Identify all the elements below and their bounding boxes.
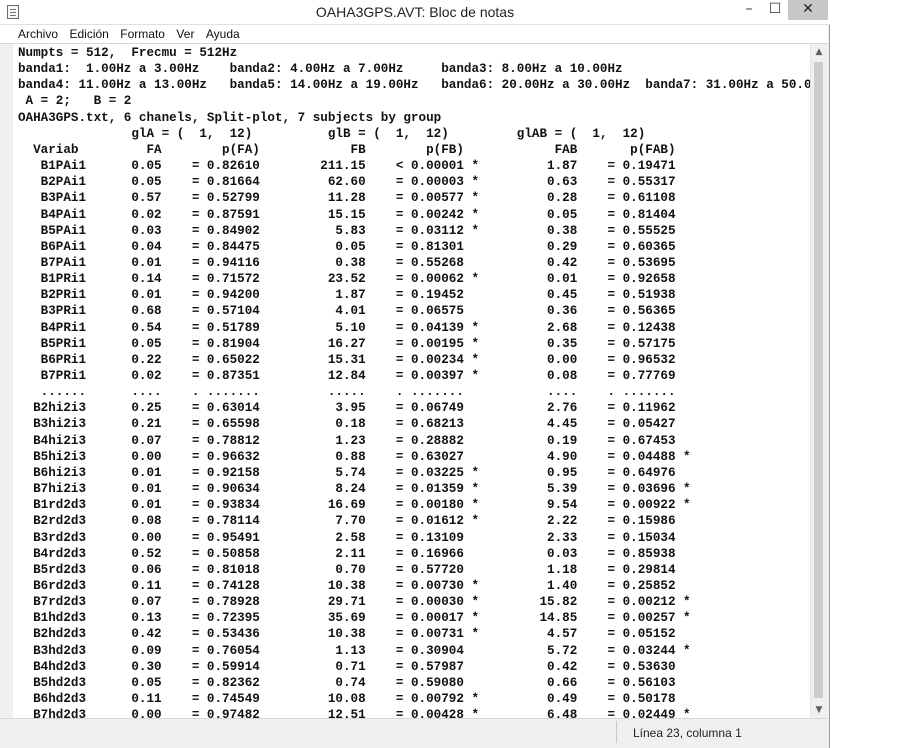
scroll-thumb[interactable] bbox=[814, 62, 823, 698]
text-line: banda4: 11.00Hz a 13.00Hz banda5: 14.00H… bbox=[18, 78, 810, 93]
window-title: OAHA3GPS.AVT: Bloc de notas bbox=[315, 4, 515, 20]
text-line: B5rd2d3 0.06 = 0.81018 0.70 = 0.57720 1.… bbox=[18, 562, 676, 577]
text-line: B6PAi1 0.04 = 0.84475 0.05 = 0.81301 0.2… bbox=[18, 239, 676, 254]
close-button[interactable]: ✕ bbox=[788, 0, 828, 20]
status-divider bbox=[616, 721, 617, 743]
text-line: B7rd2d3 0.07 = 0.78928 29.71 = 0.00030 *… bbox=[18, 595, 691, 610]
text-line: B4hd2d3 0.30 = 0.59914 0.71 = 0.57987 0.… bbox=[18, 659, 676, 674]
text-line: B7PRi1 0.02 = 0.87351 12.84 = 0.00397 * … bbox=[18, 369, 676, 383]
text-line: OAHA3GPS.txt, 6 chanels, Split-plot, 7 s… bbox=[18, 110, 442, 125]
text-line: Variab FA p(FA) FB p(FB) FAB p(FAB) bbox=[18, 142, 676, 157]
menu-ayuda[interactable]: Ayuda bbox=[206, 25, 240, 41]
maximize-button[interactable]: ☐ bbox=[762, 0, 788, 20]
text-editor-area[interactable]: Numpts = 512, Frecmu = 512Hz banda1: 1.00… bbox=[13, 44, 810, 718]
minimize-button[interactable]: – bbox=[736, 0, 762, 20]
text-line: B4rd2d3 0.52 = 0.50858 2.11 = 0.16966 0.… bbox=[18, 546, 676, 561]
text-line: B6hd2d3 0.11 = 0.74549 10.08 = 0.00792 *… bbox=[18, 692, 676, 706]
text-line: banda1: 1.00Hz a 3.00Hz banda2: 4.00Hz a… bbox=[18, 62, 623, 77]
menu-edicion[interactable]: Edición bbox=[69, 25, 108, 41]
menu-ver[interactable]: Ver bbox=[176, 25, 194, 41]
text-line: B3hi2i3 0.21 = 0.65598 0.18 = 0.68213 4.… bbox=[18, 417, 676, 432]
text-line: Numpts = 512, Frecmu = 512Hz bbox=[18, 46, 238, 60]
text-line: B7hd2d3 0.00 = 0.97482 12.51 = 0.00428 *… bbox=[18, 708, 691, 718]
text-line: B7PAi1 0.01 = 0.94116 0.38 = 0.55268 0.4… bbox=[18, 255, 676, 270]
text-line: B6hi2i3 0.01 = 0.92158 5.74 = 0.03225 * … bbox=[18, 465, 676, 480]
text-line: B5hi2i3 0.00 = 0.96632 0.88 = 0.63027 4.… bbox=[18, 449, 691, 464]
menu-formato[interactable]: Formato bbox=[120, 25, 165, 41]
text-line: B1PAi1 0.05 = 0.82610 211.15 < 0.00001 *… bbox=[18, 159, 676, 174]
text-line: B3hd2d3 0.09 = 0.76054 1.13 = 0.30904 5.… bbox=[18, 643, 691, 658]
menu-archivo[interactable]: Archivo bbox=[18, 25, 58, 41]
text-line: A = 2; B = 2 bbox=[18, 94, 132, 109]
text-line: B1rd2d3 0.01 = 0.93834 16.69 = 0.00180 *… bbox=[18, 498, 691, 513]
menu-bar: Archivo Edición Formato Ver Ayuda bbox=[0, 25, 828, 44]
text-line: B2rd2d3 0.08 = 0.78114 7.70 = 0.01612 * … bbox=[18, 514, 676, 529]
text-line: B6PRi1 0.22 = 0.65022 15.31 = 0.00234 * … bbox=[18, 352, 676, 367]
text-line: B2PAi1 0.05 = 0.81664 62.60 = 0.00003 * … bbox=[18, 175, 676, 190]
text-line: B2PRi1 0.01 = 0.94200 1.87 = 0.19452 0.4… bbox=[18, 288, 676, 303]
vertical-scrollbar[interactable]: ▲ ▼ bbox=[810, 44, 827, 718]
notepad-window: OAHA3GPS.AVT: Bloc de notas – ☐ ✕ Archiv… bbox=[0, 0, 830, 748]
text-line: B4hi2i3 0.07 = 0.78812 1.23 = 0.28882 0.… bbox=[18, 433, 676, 448]
text-line: glA = ( 1, 12) glB = ( 1, 12) glAB = ( 1… bbox=[18, 126, 646, 141]
title-bar[interactable]: OAHA3GPS.AVT: Bloc de notas – ☐ ✕ bbox=[0, 0, 830, 25]
text-line: B6rd2d3 0.11 = 0.74128 10.38 = 0.00730 *… bbox=[18, 578, 676, 593]
status-bar: Línea 23, columna 1 bbox=[0, 718, 828, 748]
scroll-up-arrow-icon[interactable]: ▲ bbox=[811, 44, 827, 60]
text-line: B1hd2d3 0.13 = 0.72395 35.69 = 0.00017 *… bbox=[18, 611, 691, 626]
text-line: B2hd2d3 0.42 = 0.53436 10.38 = 0.00731 *… bbox=[18, 627, 676, 642]
text-line: ...... .... . ....... ..... . ....... ..… bbox=[18, 385, 676, 400]
text-line: B5hd2d3 0.05 = 0.82362 0.74 = 0.59080 0.… bbox=[18, 675, 676, 690]
text-line: B3PAi1 0.57 = 0.52799 11.28 = 0.00577 * … bbox=[18, 191, 676, 206]
text-line: B3rd2d3 0.00 = 0.95491 2.58 = 0.13109 2.… bbox=[18, 530, 676, 545]
text-line: B1PRi1 0.14 = 0.71572 23.52 = 0.00062 * … bbox=[18, 272, 676, 287]
text-line: B5PRi1 0.05 = 0.81904 16.27 = 0.00195 * … bbox=[18, 336, 676, 351]
scroll-down-arrow-icon[interactable]: ▼ bbox=[811, 702, 827, 718]
text-line: B5PAi1 0.03 = 0.84902 5.83 = 0.03112 * 0… bbox=[18, 223, 676, 238]
text-line: B7hi2i3 0.01 = 0.90634 8.24 = 0.01359 * … bbox=[18, 482, 691, 497]
text-line: B4PRi1 0.54 = 0.51789 5.10 = 0.04139 * 2… bbox=[18, 320, 676, 335]
text-line: B4PAi1 0.02 = 0.87591 15.15 = 0.00242 * … bbox=[18, 207, 676, 222]
text-line: B3PRi1 0.68 = 0.57104 4.01 = 0.06575 0.3… bbox=[18, 304, 676, 319]
text-line: B2hi2i3 0.25 = 0.63014 3.95 = 0.06749 2.… bbox=[18, 401, 676, 416]
cursor-position-status: Línea 23, columna 1 bbox=[633, 726, 742, 740]
